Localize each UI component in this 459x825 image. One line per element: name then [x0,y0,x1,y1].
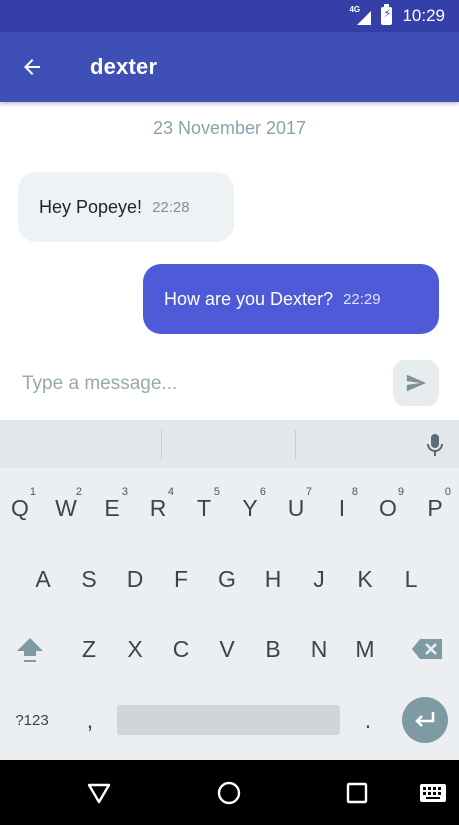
backspace-key[interactable] [405,621,449,677]
keyboard-icon [420,784,446,802]
shift-key[interactable] [8,621,52,677]
microphone-icon [427,434,443,456]
enter-key[interactable] [402,697,448,743]
key-l[interactable]: L [389,551,433,607]
key-e[interactable]: E3 [90,480,134,536]
incoming-message[interactable]: Hey Popeye! 22:28 [18,172,234,242]
send-button[interactable] [393,360,439,406]
key-q[interactable]: Q1 [0,480,42,536]
suggestion-divider [161,430,162,460]
key-j[interactable]: J [297,551,341,607]
backspace-icon [412,639,442,659]
key-z[interactable]: Z [67,621,111,677]
microphone-button[interactable] [425,433,445,462]
soft-keyboard: Q1 W2 E3 R4 T5 Y6 U7 I8 O9 P0 A S D F G … [0,420,459,760]
message-time: 22:29 [343,290,381,308]
symbols-key[interactable]: ?123 [8,692,56,748]
send-icon [406,374,427,392]
signal-icon: 4G [349,5,372,25]
status-bar: 4G ⚡ 10:29 [0,0,459,32]
outgoing-message[interactable]: How are you Dexter? 22:29 [143,264,439,334]
key-r[interactable]: R4 [136,480,180,536]
key-p[interactable]: P0 [413,480,457,536]
key-x[interactable]: X [113,621,157,677]
suggestion-strip[interactable] [0,420,459,468]
conversation-title: dexter [90,54,158,79]
period-key[interactable]: . [346,692,390,748]
circle-home-icon [217,781,241,805]
nav-back-button[interactable] [84,778,114,808]
message-text: Hey Popeye! [39,196,143,217]
key-u[interactable]: U7 [274,480,318,536]
message-text: How are you Dexter? [164,288,334,309]
date-separator: 23 November 2017 [152,118,307,138]
key-o[interactable]: O9 [366,480,410,536]
key-v[interactable]: V [205,621,249,677]
key-s[interactable]: S [67,551,111,607]
nav-keyboard-button[interactable] [418,778,448,808]
key-d[interactable]: D [113,551,157,607]
suggestion-divider [295,430,296,460]
shift-icon [17,638,43,662]
system-navigation-bar [0,760,459,825]
square-recents-icon [346,782,368,804]
key-c[interactable]: C [159,621,203,677]
enter-icon [415,712,435,727]
key-y[interactable]: Y6 [228,480,272,536]
app-bar: dexter [0,32,459,102]
triangle-back-icon [87,783,111,804]
key-k[interactable]: K [343,551,387,607]
message-time: 22:28 [152,198,190,216]
key-n[interactable]: N [297,621,341,677]
battery-icon: ⚡ [381,4,393,25]
space-key[interactable] [117,705,340,735]
key-g[interactable]: G [205,551,249,607]
key-m[interactable]: M [343,621,387,677]
battery-charging-glyph: ⚡ [383,8,392,20]
nav-home-button[interactable] [214,778,244,808]
key-i[interactable]: I8 [320,480,364,536]
key-b[interactable]: B [251,621,295,677]
nav-recents-button[interactable] [342,778,372,808]
arrow-back-icon [24,59,40,75]
key-a[interactable]: A [21,551,65,607]
key-f[interactable]: F [159,551,203,607]
back-button[interactable] [0,32,64,102]
key-h[interactable]: H [251,551,295,607]
key-w[interactable]: W2 [44,480,88,536]
chat-area[interactable]: 23 November 2017 Hey Popeye! 22:28 How a… [0,102,459,352]
status-time: 10:29 [402,6,445,25]
key-t[interactable]: T5 [182,480,226,536]
message-input[interactable] [22,368,362,400]
message-composer [0,352,459,420]
comma-key[interactable]: , [68,692,112,748]
